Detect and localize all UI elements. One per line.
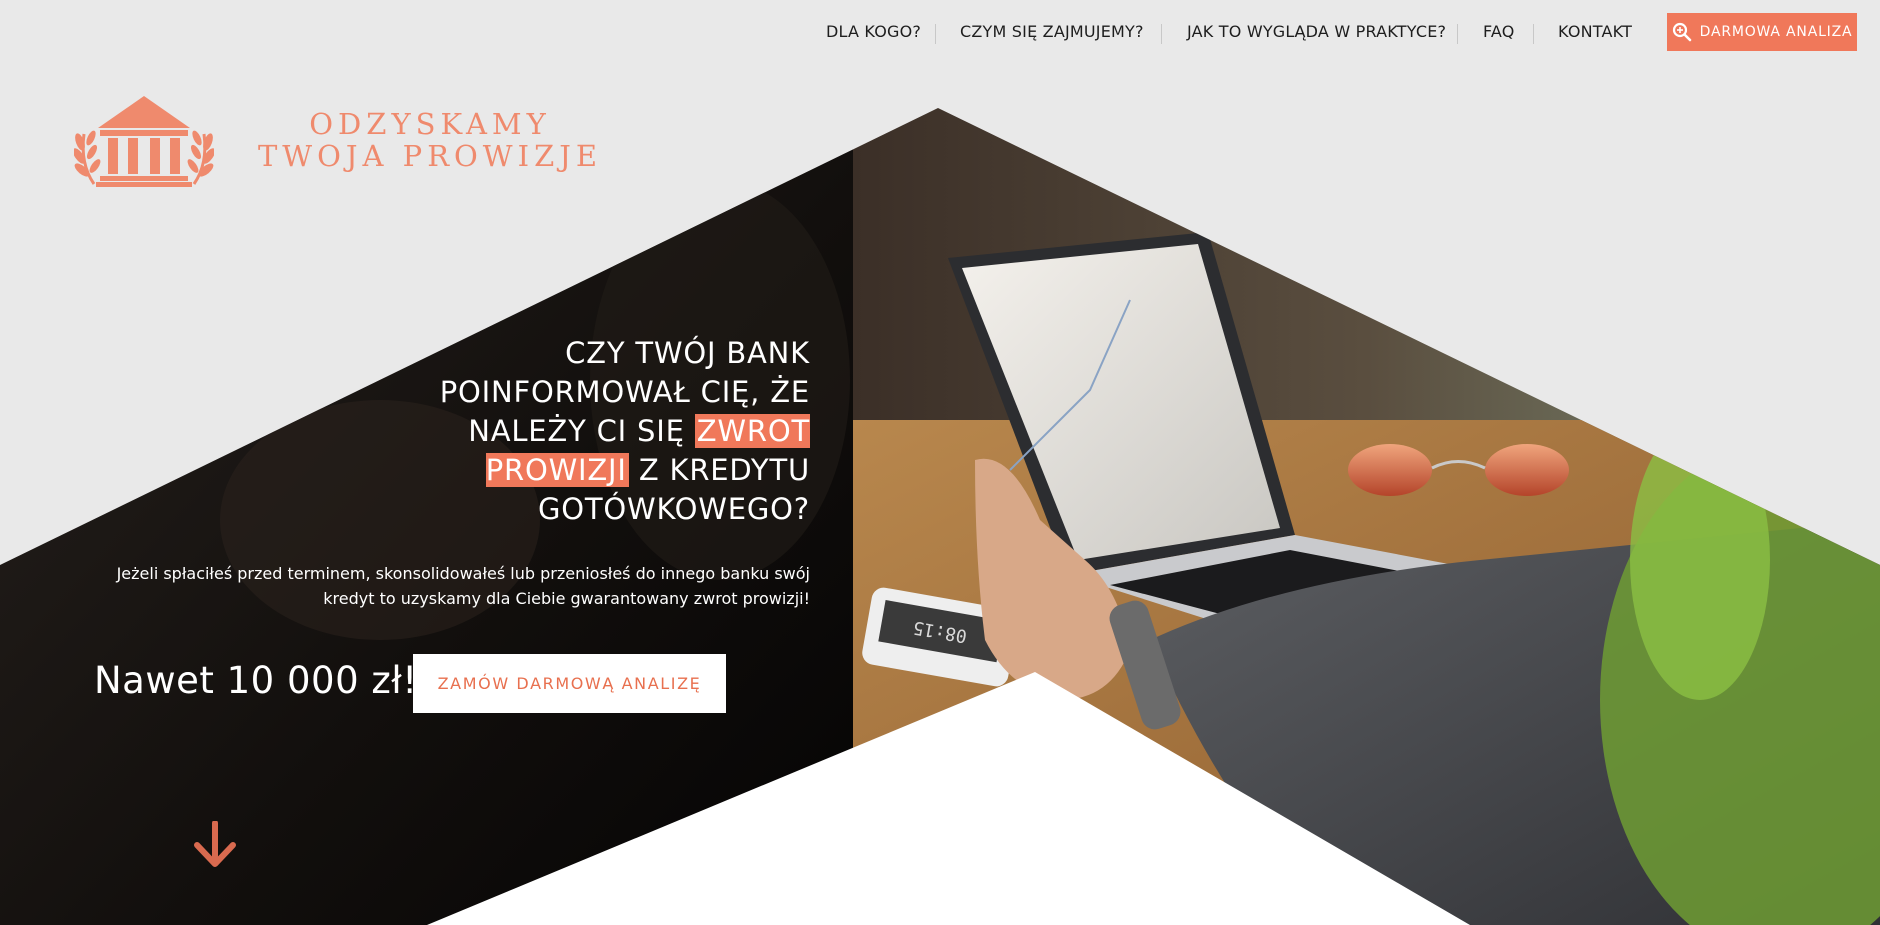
order-free-analysis-button[interactable]: ZAMÓW DARMOWĄ ANALIZĘ: [413, 654, 726, 713]
hero-amount: Nawet 10 000 zł!: [94, 659, 418, 702]
hero-headline: CZY TWÓJ BANK POINFORMOWAŁ CIĘ, ŻE NALEŻ…: [330, 334, 810, 529]
hero-subtext: Jeżeli spłaciłeś przed terminem, skonsol…: [116, 564, 810, 608]
arrow-down-icon[interactable]: [193, 821, 237, 869]
hero-background: 08:15: [0, 108, 1880, 925]
order-free-analysis-label: ZAMÓW DARMOWĄ ANALIZĘ: [437, 674, 702, 693]
